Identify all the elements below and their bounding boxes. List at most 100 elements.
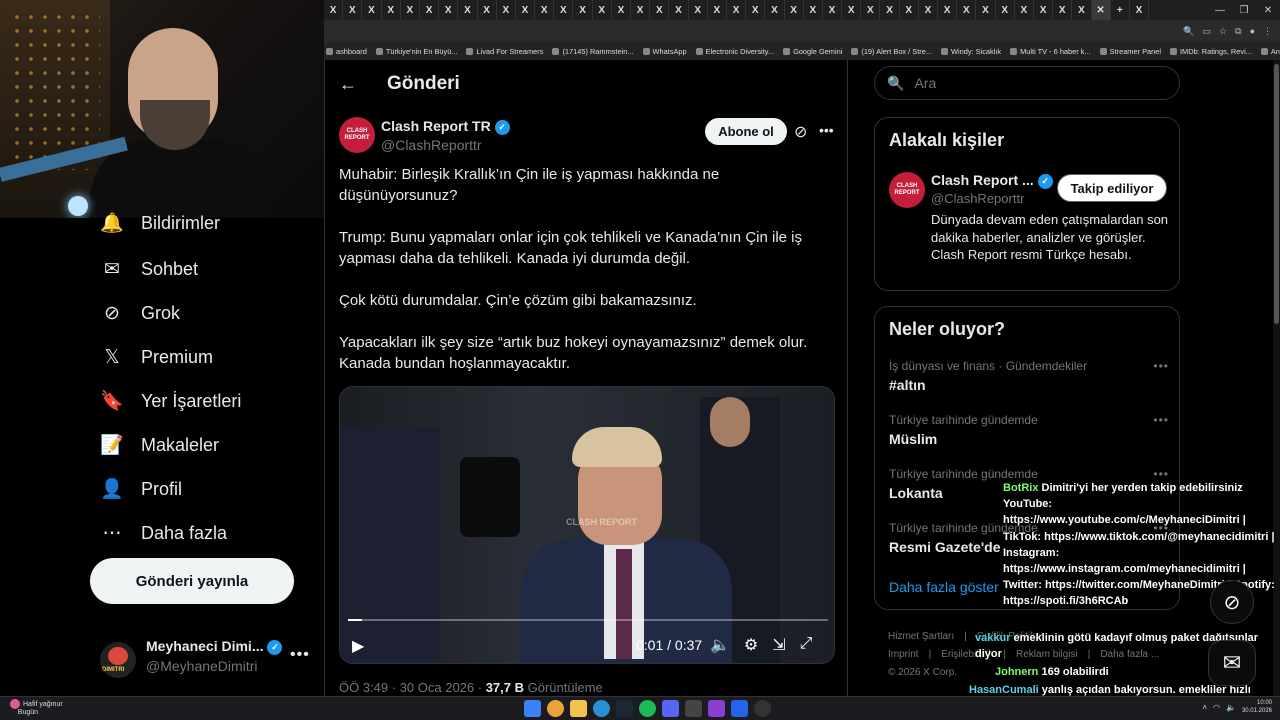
bookmark-item[interactable]: Streamer Panel (1099, 47, 1161, 56)
bookmark-item[interactable]: (17145) Rammstein... (552, 47, 634, 56)
app-icon[interactable] (731, 700, 748, 717)
browser-tab[interactable]: ✕ (1091, 0, 1111, 20)
browser-tab[interactable]: X (593, 0, 612, 20)
browser-tab[interactable]: X (919, 0, 938, 20)
chevron-up-icon[interactable]: ˄ (1202, 703, 1207, 712)
sidebar-item-bookmark[interactable]: 🔖 Yer İşaretleri (100, 386, 241, 416)
more-icon[interactable]: ••• (1153, 359, 1169, 373)
subscribe-button[interactable]: Abone ol (705, 118, 787, 145)
sidebar-item-person[interactable]: 👤 Profil (100, 474, 182, 504)
bookmark-item[interactable]: ashboard (326, 47, 367, 56)
browser-tab[interactable]: + (1111, 0, 1130, 20)
restore-icon[interactable]: ❐ (1232, 0, 1256, 20)
pip-icon[interactable]: ⇲ (772, 635, 785, 655)
browser-tab[interactable]: X (401, 0, 420, 20)
sidebar-item-more-circle[interactable]: ⋯ Daha fazla (100, 518, 228, 548)
grok-icon[interactable]: ⊘ (794, 122, 807, 142)
browser-tab[interactable]: X (880, 0, 900, 20)
play-icon[interactable]: ▶ (352, 636, 364, 656)
browser-tab[interactable]: X (938, 0, 958, 20)
browser-tab[interactable]: X (343, 0, 363, 20)
browser-tab[interactable]: X (727, 0, 747, 20)
cast-icon[interactable]: ▭ (1203, 26, 1212, 37)
browser-tab[interactable]: X (612, 0, 631, 20)
search-box[interactable]: 🔍 (874, 66, 1180, 100)
video-player[interactable]: CLASH REPORT ▶ 0:01 / 0:37 🔈 ⚙ ⇲ ⤢ (339, 386, 835, 664)
wifi-icon[interactable]: ◠ (1213, 703, 1220, 712)
browser-tab[interactable]: X (689, 0, 708, 20)
related-name[interactable]: Clash Report ... ✓ (931, 172, 1053, 189)
browser-tab[interactable]: X (516, 0, 536, 20)
related-avatar[interactable]: CLASH REPORT (889, 172, 925, 208)
messages-fab-icon[interactable]: ✉ (1208, 640, 1256, 686)
browser-tab[interactable]: X (382, 0, 401, 20)
sidebar-item-article[interactable]: 📝 Makaleler (100, 430, 219, 460)
more-icon[interactable]: ••• (1153, 467, 1169, 481)
video-progress-bar[interactable] (348, 619, 828, 621)
author-avatar[interactable]: CLASH REPORT (339, 117, 375, 153)
author-handle[interactable]: @ClashReporttr (381, 137, 482, 153)
browser-tab[interactable]: X (458, 0, 478, 20)
more-icon[interactable]: ••• (290, 646, 310, 664)
browser-tab[interactable]: X (842, 0, 862, 20)
steam-icon[interactable] (616, 700, 633, 717)
bookmark-item[interactable]: Livad For Streamers (466, 47, 543, 56)
browser-tab[interactable]: X (478, 0, 497, 20)
sidebar-item-x-logo[interactable]: 𝕏 Premium (100, 342, 213, 372)
folder-icon[interactable] (570, 700, 587, 717)
footer-link[interactable]: Imprint (888, 649, 919, 660)
more-icon[interactable]: ••• (819, 122, 834, 138)
browser-tab[interactable]: X (1072, 0, 1092, 20)
trend-item[interactable]: İş dünyası ve finans · Gündemdekiler #alt… (889, 359, 1169, 393)
author-name[interactable]: Clash Report TR ✓ (381, 118, 510, 135)
browser-tab[interactable]: X (765, 0, 785, 20)
sidebar-item-bell[interactable]: 🔔 Bildirimler (100, 208, 220, 238)
profile-icon[interactable]: ● (1250, 26, 1255, 36)
more-icon[interactable]: ••• (1153, 413, 1169, 427)
windows-start-icon[interactable] (524, 700, 541, 717)
browser-tab[interactable]: X (976, 0, 996, 20)
browser-tab[interactable]: X (535, 0, 555, 20)
obs-icon[interactable] (754, 700, 771, 717)
browser-tab[interactable]: X (669, 0, 689, 20)
speaker-icon[interactable]: 🔈 (1226, 703, 1236, 712)
edge-icon[interactable] (593, 700, 610, 717)
browser-tab[interactable]: X (324, 0, 344, 20)
footer-link[interactable]: © 2026 X Corp. (888, 667, 957, 678)
browser-tab[interactable]: X (823, 0, 843, 20)
browser-tab[interactable]: X (554, 0, 574, 20)
browser-tab[interactable]: X (746, 0, 766, 20)
browser-tab[interactable]: X (1034, 0, 1054, 20)
grok-fab-icon[interactable]: ⊘ (1210, 580, 1254, 624)
browser-tab[interactable]: X (420, 0, 440, 20)
related-handle[interactable]: @ClashReporttr (931, 191, 1024, 206)
clock[interactable]: 10:00 30.01.2026 (1242, 699, 1272, 715)
spotify-icon[interactable] (639, 700, 656, 717)
post-button[interactable]: Gönderi yayınla (90, 558, 294, 604)
minimize-icon[interactable]: — (1208, 0, 1232, 20)
app-icon[interactable] (708, 700, 725, 717)
browser-tab[interactable]: X (631, 0, 651, 20)
browser-tab[interactable]: X (785, 0, 804, 20)
browser-tab[interactable]: X (900, 0, 919, 20)
bookmark-item[interactable]: Ana Sayfa • HBO Max (1260, 47, 1280, 56)
chrome-icon[interactable] (547, 700, 564, 717)
search-input[interactable] (914, 75, 1165, 91)
menu-icon[interactable]: ⋮ (1263, 26, 1272, 37)
account-switcher[interactable]: DIMITRI Meyhaneci Dimi... ✓ @MeyhaneDimit… (100, 636, 320, 680)
fullscreen-icon[interactable]: ⤢ (800, 635, 813, 655)
browser-tab[interactable]: X (708, 0, 727, 20)
bookmark-item[interactable]: Windy: Sicaklık (941, 47, 1001, 56)
footer-link[interactable]: Hizmet Şartları (888, 631, 954, 642)
app-icon[interactable] (685, 700, 702, 717)
zoom-icon[interactable]: 🔍 (1183, 26, 1194, 37)
back-arrow-icon[interactable]: ← (339, 74, 357, 95)
browser-tab[interactable]: X (804, 0, 823, 20)
extensions-icon[interactable]: ⧉ (1235, 26, 1241, 37)
browser-tab[interactable]: X (1015, 0, 1034, 20)
browser-tab[interactable]: X (996, 0, 1015, 20)
weather-widget[interactable]: Hafif yağmur Bugün (10, 699, 63, 717)
browser-tab[interactable]: X (362, 0, 382, 20)
browser-tab[interactable]: X (957, 0, 977, 20)
browser-tab[interactable]: X (497, 0, 516, 20)
